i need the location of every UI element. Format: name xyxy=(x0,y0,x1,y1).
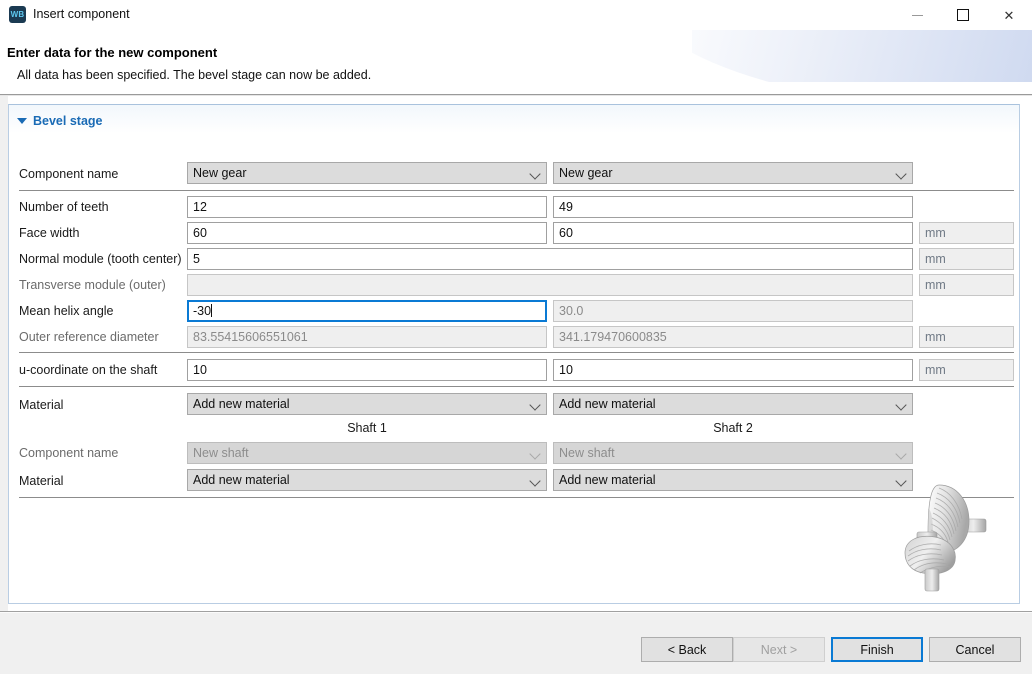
finish-button[interactable]: Finish xyxy=(831,637,923,662)
unit-face-width: mm xyxy=(919,222,1014,244)
close-button[interactable]: ✕ xyxy=(986,0,1032,30)
row-divider-4 xyxy=(19,497,1014,498)
chevron-down-icon xyxy=(895,399,906,410)
unit-transverse-module: mm xyxy=(919,274,1014,296)
combo-material-shaft-left[interactable]: Add new material xyxy=(187,469,547,491)
label-number-of-teeth: Number of teeth xyxy=(19,200,109,214)
column-header-shaft-1: Shaft 1 xyxy=(187,421,547,435)
row-divider-3 xyxy=(19,386,1014,387)
bevel-gear-pair-preview xyxy=(895,479,999,595)
row-divider-1 xyxy=(19,190,1014,191)
input-u-coordinate-right[interactable]: 10 xyxy=(553,359,913,381)
app-icon: WB xyxy=(9,6,26,23)
chevron-down-icon xyxy=(895,168,906,179)
close-icon: ✕ xyxy=(1004,9,1015,22)
chevron-down-icon xyxy=(529,475,540,486)
page-subtitle: All data has been specified. The bevel s… xyxy=(17,68,371,82)
column-header-shaft-2: Shaft 2 xyxy=(553,421,913,435)
input-mean-helix-angle-right: 30.0 xyxy=(553,300,913,322)
button-bar-divider-highlight xyxy=(0,612,1032,613)
combo-component-name-shaft-right: New shaft xyxy=(553,442,913,464)
combo-material-gear-right[interactable]: Add new material xyxy=(553,393,913,415)
input-outer-reference-diameter-right: 341.179470600835 xyxy=(553,326,913,348)
back-button[interactable]: < Back xyxy=(641,637,733,662)
dialog-button-bar: < Back Next > Finish Cancel xyxy=(0,611,1032,674)
unit-normal-module: mm xyxy=(919,248,1014,270)
combo-material-shaft-right-value: Add new material xyxy=(559,473,656,487)
label-normal-module: Normal module (tooth center) xyxy=(19,252,182,266)
bevel-stage-section-header[interactable]: Bevel stage xyxy=(17,114,102,128)
combo-material-gear-left[interactable]: Add new material xyxy=(187,393,547,415)
input-mean-helix-angle-left-value: -30 xyxy=(193,304,211,318)
combo-component-name-gear-left[interactable]: New gear xyxy=(187,162,547,184)
chevron-down-icon xyxy=(529,399,540,410)
input-mean-helix-angle-left[interactable]: -30 xyxy=(187,300,547,322)
title-bar: WB Insert component ✕ xyxy=(0,0,1032,30)
maximize-button[interactable] xyxy=(940,0,986,30)
input-number-of-teeth-left[interactable]: 12 xyxy=(187,196,547,218)
label-mean-helix-angle: Mean helix angle xyxy=(19,304,114,318)
label-u-coordinate: u-coordinate on the shaft xyxy=(19,363,157,377)
combo-component-name-shaft-right-value: New shaft xyxy=(559,446,615,460)
maximize-icon xyxy=(957,9,969,21)
chevron-down-icon xyxy=(529,168,540,179)
input-face-width-left[interactable]: 60 xyxy=(187,222,547,244)
input-normal-module[interactable]: 5 xyxy=(187,248,913,270)
wizard-header: Enter data for the new component All dat… xyxy=(0,30,1032,95)
combo-material-gear-right-value: Add new material xyxy=(559,397,656,411)
cancel-button[interactable]: Cancel xyxy=(929,637,1021,662)
next-button: Next > xyxy=(733,637,825,662)
app-icon-text: WB xyxy=(11,10,25,19)
combo-material-shaft-right[interactable]: Add new material xyxy=(553,469,913,491)
label-transverse-module: Transverse module (outer) xyxy=(19,278,166,292)
input-number-of-teeth-right[interactable]: 49 xyxy=(553,196,913,218)
input-transverse-module xyxy=(187,274,913,296)
combo-material-gear-left-value: Add new material xyxy=(193,397,290,411)
chevron-down-icon xyxy=(529,448,540,459)
combo-component-name-gear-left-value: New gear xyxy=(193,166,247,180)
bevel-stage-section-label: Bevel stage xyxy=(33,114,102,128)
header-decoration xyxy=(692,30,1032,82)
chevron-down-icon[interactable] xyxy=(17,118,27,124)
minimize-icon xyxy=(912,15,923,16)
label-material-gear: Material xyxy=(19,398,63,412)
unit-outer-reference-diameter: mm xyxy=(919,326,1014,348)
chevron-down-icon xyxy=(895,448,906,459)
text-cursor xyxy=(211,304,212,317)
minimize-button[interactable] xyxy=(894,0,940,30)
input-u-coordinate-left[interactable]: 10 xyxy=(187,359,547,381)
label-outer-reference-diameter: Outer reference diameter xyxy=(19,330,159,344)
label-face-width: Face width xyxy=(19,226,79,240)
combo-material-shaft-left-value: Add new material xyxy=(193,473,290,487)
input-face-width-right[interactable]: 60 xyxy=(553,222,913,244)
label-component-name-shaft: Component name xyxy=(19,446,118,460)
content-left-gutter xyxy=(0,96,8,611)
label-component-name-gear: Component name xyxy=(19,167,118,181)
combo-component-name-shaft-left-value: New shaft xyxy=(193,446,249,460)
insert-component-dialog: WB Insert component ✕ Enter data for the… xyxy=(0,0,1032,674)
combo-component-name-shaft-left: New shaft xyxy=(187,442,547,464)
unit-u-coordinate: mm xyxy=(919,359,1014,381)
dialog-content: Bevel stage Component name New gear New … xyxy=(0,96,1032,611)
window-title: Insert component xyxy=(33,7,130,21)
combo-component-name-gear-right[interactable]: New gear xyxy=(553,162,913,184)
combo-component-name-gear-right-value: New gear xyxy=(559,166,613,180)
input-outer-reference-diameter-left: 83.55415606551061 xyxy=(187,326,547,348)
row-divider-2 xyxy=(19,352,1014,353)
label-material-shaft: Material xyxy=(19,474,63,488)
bevel-stage-section: Bevel stage Component name New gear New … xyxy=(8,104,1020,604)
page-title: Enter data for the new component xyxy=(7,45,217,60)
